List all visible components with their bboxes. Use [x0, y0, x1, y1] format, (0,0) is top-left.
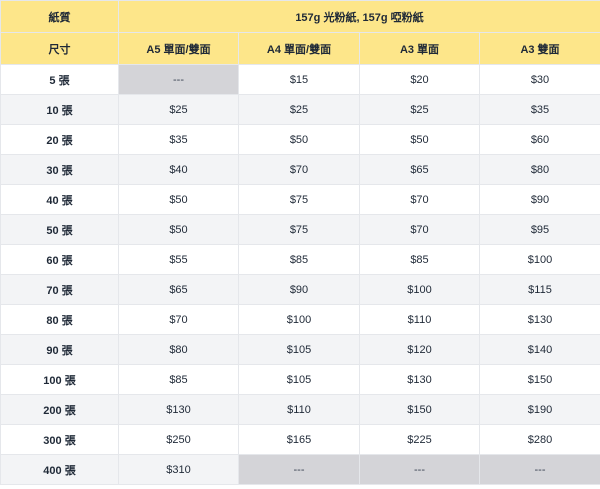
price-cell-a3-double: ---	[479, 454, 600, 485]
table-row: 300 張 $250 $165 $225 $280	[0, 424, 600, 455]
paper-label: 紙質	[0, 0, 119, 33]
quantity-label: 90 張	[0, 334, 119, 365]
table-row: 90 張 $80 $105 $120 $140	[0, 334, 600, 365]
price-cell-a4: $85	[238, 244, 360, 275]
table-row: 10 張 $25 $25 $25 $35	[0, 94, 600, 125]
table-row: 100 張 $85 $105 $130 $150	[0, 364, 600, 395]
price-cell-a3-double: $100	[479, 244, 600, 275]
quantity-label: 10 張	[0, 94, 119, 125]
table-row: 40 張 $50 $75 $70 $90	[0, 184, 600, 215]
price-cell-a3-single: ---	[359, 454, 480, 485]
price-cell-a3-single: $130	[359, 364, 480, 395]
price-cell-a3-double: $190	[479, 394, 600, 425]
price-cell-a3-single: $100	[359, 274, 480, 305]
size-row: 尺寸 A5 單面/雙面 A4 單面/雙面 A3 單面 A3 雙面	[0, 32, 600, 65]
table-row: 50 張 $50 $75 $70 $95	[0, 214, 600, 245]
price-cell-a4: $75	[238, 184, 360, 215]
price-cell-a3-double: $95	[479, 214, 600, 245]
quantity-label: 50 張	[0, 214, 119, 245]
price-cell-a4: $75	[238, 214, 360, 245]
price-cell-a3-single: $110	[359, 304, 480, 335]
price-cell-a3-single: $25	[359, 94, 480, 125]
price-cell-a3-double: $280	[479, 424, 600, 455]
price-cell-a5: $85	[118, 364, 239, 395]
price-cell-a3-double: $130	[479, 304, 600, 335]
table-row: 60 張 $55 $85 $85 $100	[0, 244, 600, 275]
paper-row: 紙質 157g 光粉紙, 157g 啞粉紙	[0, 0, 600, 33]
price-cell-a3-double: $140	[479, 334, 600, 365]
price-cell-a3-single: $70	[359, 184, 480, 215]
quantity-label: 100 張	[0, 364, 119, 395]
price-cell-a3-double: $35	[479, 94, 600, 125]
column-header-a3-double: A3 雙面	[479, 32, 600, 65]
table-row: 400 張 $310 --- --- ---	[0, 454, 600, 485]
price-cell-a5: $250	[118, 424, 239, 455]
quantity-label: 300 張	[0, 424, 119, 455]
price-cell-a3-single: $20	[359, 64, 480, 95]
price-cell-a4: $70	[238, 154, 360, 185]
price-cell-a3-double: $115	[479, 274, 600, 305]
price-cell-a5: $35	[118, 124, 239, 155]
price-cell-a5: $65	[118, 274, 239, 305]
price-cell-a5: $55	[118, 244, 239, 275]
table-body: 5 張 --- $15 $20 $30 10 張 $25 $25 $25 $35 20 張 $35 $5…	[0, 64, 600, 485]
quantity-label: 40 張	[0, 184, 119, 215]
price-cell-a3-single: $85	[359, 244, 480, 275]
price-cell-a4: $90	[238, 274, 360, 305]
price-cell-a5: $50	[118, 184, 239, 215]
table-row: 70 張 $65 $90 $100 $115	[0, 274, 600, 305]
price-cell-a4: $50	[238, 124, 360, 155]
quantity-label: 400 張	[0, 454, 119, 485]
price-cell-a3-double: $30	[479, 64, 600, 95]
table-row: 30 張 $40 $70 $65 $80	[0, 154, 600, 185]
price-cell-a3-single: $70	[359, 214, 480, 245]
price-cell-a4: $15	[238, 64, 360, 95]
quantity-label: 30 張	[0, 154, 119, 185]
price-cell-a3-double: $60	[479, 124, 600, 155]
price-cell-a4: $110	[238, 394, 360, 425]
price-cell-a4: $100	[238, 304, 360, 335]
table-row: 200 張 $130 $110 $150 $190	[0, 394, 600, 425]
price-cell-a4: ---	[238, 454, 360, 485]
price-cell-a3-single: $225	[359, 424, 480, 455]
price-cell-a3-single: $150	[359, 394, 480, 425]
price-cell-a5: $40	[118, 154, 239, 185]
price-cell-a5: $70	[118, 304, 239, 335]
price-cell-a3-double: $80	[479, 154, 600, 185]
quantity-label: 5 張	[0, 64, 119, 95]
size-label: 尺寸	[0, 32, 119, 65]
table-header: 紙質 157g 光粉紙, 157g 啞粉紙 尺寸 A5 單面/雙面 A4 單面/…	[0, 0, 600, 65]
paper-value: 157g 光粉紙, 157g 啞粉紙	[118, 0, 600, 33]
price-cell-a4: $165	[238, 424, 360, 455]
table-row: 5 張 --- $15 $20 $30	[0, 64, 600, 95]
price-cell-a5: $130	[118, 394, 239, 425]
price-cell-a5: $80	[118, 334, 239, 365]
price-cell-a5: $310	[118, 454, 239, 485]
quantity-label: 200 張	[0, 394, 119, 425]
price-cell-a5: $50	[118, 214, 239, 245]
quantity-label: 60 張	[0, 244, 119, 275]
price-cell-a3-double: $90	[479, 184, 600, 215]
quantity-label: 80 張	[0, 304, 119, 335]
price-cell-a5: $25	[118, 94, 239, 125]
column-header-a3-single: A3 單面	[359, 32, 480, 65]
price-cell-a3-single: $65	[359, 154, 480, 185]
column-header-a4: A4 單面/雙面	[238, 32, 360, 65]
price-table: 紙質 157g 光粉紙, 157g 啞粉紙 尺寸 A5 單面/雙面 A4 單面/…	[0, 0, 600, 485]
table-row: 20 張 $35 $50 $50 $60	[0, 124, 600, 155]
quantity-label: 70 張	[0, 274, 119, 305]
quantity-label: 20 張	[0, 124, 119, 155]
column-header-a5: A5 單面/雙面	[118, 32, 239, 65]
price-cell-a3-single: $50	[359, 124, 480, 155]
price-cell-a4: $105	[238, 364, 360, 395]
price-cell-a4: $25	[238, 94, 360, 125]
price-cell-a5: ---	[118, 64, 239, 95]
price-cell-a3-double: $150	[479, 364, 600, 395]
price-cell-a3-single: $120	[359, 334, 480, 365]
price-cell-a4: $105	[238, 334, 360, 365]
table-row: 80 張 $70 $100 $110 $130	[0, 304, 600, 335]
